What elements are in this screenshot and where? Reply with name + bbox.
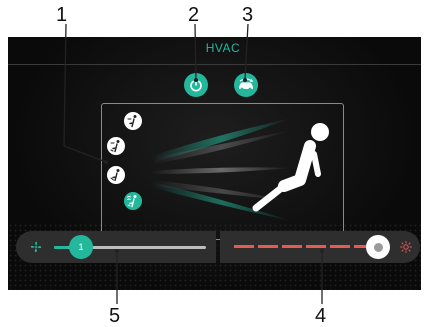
temperature-knob[interactable] <box>366 235 390 259</box>
temperature-segment <box>234 245 254 248</box>
fan-icon <box>30 241 42 253</box>
mode-face-button[interactable] <box>124 112 142 130</box>
car-recirculation-icon <box>239 78 254 91</box>
seat-defrost-airflow-icon <box>127 195 137 208</box>
power-icon <box>190 78 202 92</box>
temperature-track[interactable] <box>234 245 374 248</box>
temperature-knob-center <box>373 242 383 252</box>
temperature-segment <box>330 245 350 248</box>
callout-2: 2 <box>188 4 200 26</box>
airflow-display <box>101 103 344 240</box>
seat-feet-airflow-icon <box>110 169 120 182</box>
temperature-segment <box>282 245 302 248</box>
callout-3: 3 <box>242 4 254 26</box>
header-divider <box>8 64 421 65</box>
recirculation-button[interactable] <box>234 73 258 97</box>
hvac-panel: HVAC 1 <box>8 37 421 290</box>
fan-speed-knob[interactable]: 1 <box>69 235 93 259</box>
fan-speed-bar: 1 <box>16 231 216 263</box>
fan-speed-fill <box>54 246 69 249</box>
temperature-bar <box>220 231 420 263</box>
seat-face-airflow-icon <box>127 115 137 128</box>
temperature-segment <box>306 245 326 248</box>
fan-speed-value: 1 <box>78 242 84 252</box>
mode-feet-button[interactable] <box>107 166 125 184</box>
sun-heat-icon <box>400 241 412 253</box>
power-button[interactable] <box>184 73 208 97</box>
temperature-segment <box>258 245 278 248</box>
seated-person-icon <box>252 123 329 212</box>
callout-5: 5 <box>109 305 121 327</box>
callout-4: 4 <box>315 305 327 327</box>
page-title: HVAC <box>205 41 241 55</box>
mode-face-feet-button[interactable] <box>107 137 125 155</box>
callout-1: 1 <box>56 4 68 26</box>
seat-face-feet-airflow-icon <box>110 140 120 153</box>
mode-defrost-button[interactable] <box>124 192 142 210</box>
